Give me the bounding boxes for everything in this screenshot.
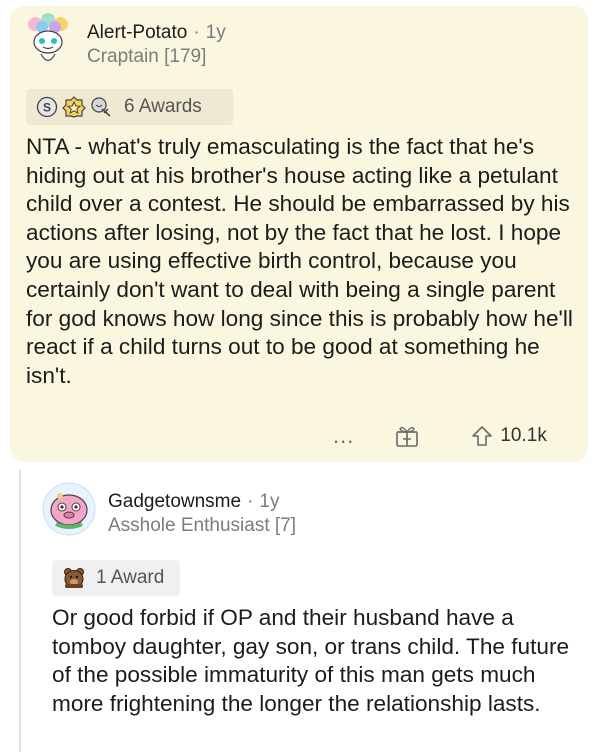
awards-count: 1 Award bbox=[96, 567, 165, 588]
user-flair: Craptain [179] bbox=[87, 46, 207, 67]
awards-pill[interactable]: 1 Award bbox=[52, 560, 180, 596]
snoo-avatar-icon[interactable] bbox=[21, 13, 75, 67]
gift-icon[interactable] bbox=[394, 423, 420, 449]
bear-award-icon bbox=[62, 567, 86, 589]
helpful-award-icon bbox=[90, 96, 114, 118]
comment-actions: ... 10.1k bbox=[333, 423, 547, 449]
thread-line[interactable] bbox=[19, 470, 21, 752]
username[interactable]: Gadgetownsme bbox=[108, 491, 241, 512]
awards-pill[interactable]: S 6 Awards bbox=[26, 89, 233, 125]
comment-age: 1y bbox=[205, 22, 226, 43]
upvote-count: 10.1k bbox=[500, 425, 547, 446]
more-icon[interactable]: ... bbox=[333, 423, 354, 449]
silver-award-icon: S bbox=[36, 96, 58, 118]
gold-award-icon bbox=[62, 96, 86, 118]
svg-text:S: S bbox=[43, 101, 51, 115]
separator-dot: · bbox=[247, 491, 254, 512]
comment-author[interactable]: Alert-Potato · 1y bbox=[87, 22, 226, 44]
upvote-icon[interactable] bbox=[470, 424, 494, 448]
separator-dot: · bbox=[193, 22, 200, 43]
comment-age: 1y bbox=[259, 491, 280, 512]
awards-count: 6 Awards bbox=[124, 96, 202, 117]
username[interactable]: Alert-Potato bbox=[87, 22, 187, 43]
comment-body: Or good forbid if OP and their husband h… bbox=[52, 605, 570, 716]
comment-author[interactable]: Gadgetownsme · 1y bbox=[108, 491, 279, 513]
user-flair: Asshole Enthusiast [7] bbox=[108, 515, 296, 536]
comment-body: NTA - what's truly emasculating is the f… bbox=[26, 134, 573, 388]
pink-snoo-avatar-icon[interactable] bbox=[42, 482, 96, 536]
